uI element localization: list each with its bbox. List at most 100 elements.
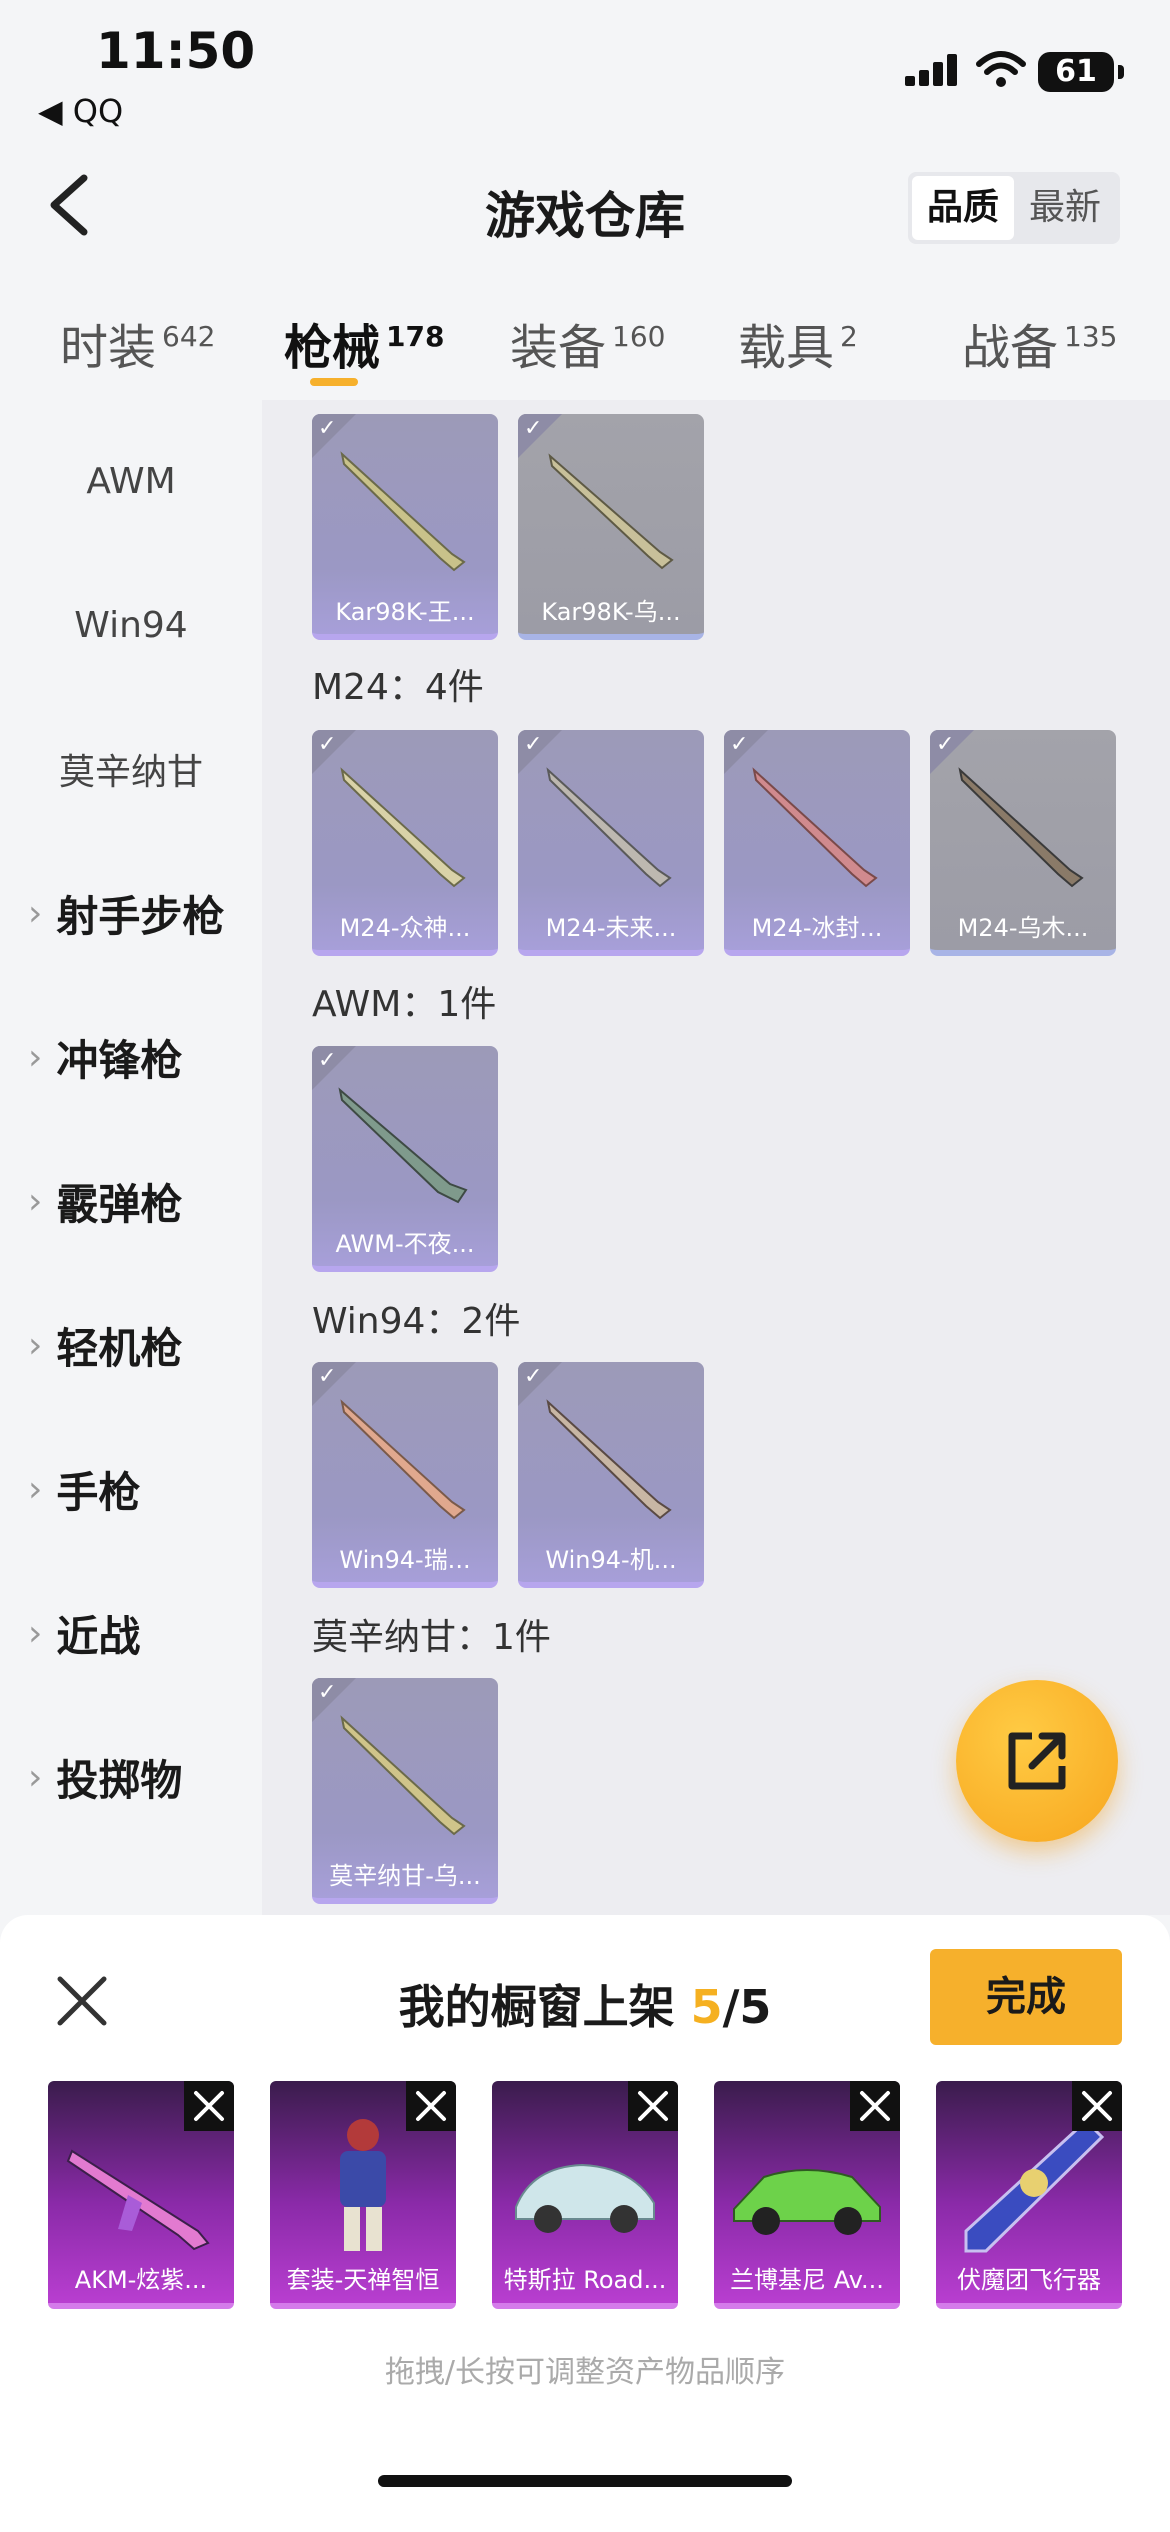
item-name: 特斯拉 Road... (503, 2266, 667, 2294)
chevron-right-icon: › (28, 892, 43, 934)
item-name: Win94-机... (545, 1546, 677, 1574)
item-name: 兰博基尼 Av... (730, 2266, 884, 2294)
chevron-right-icon: › (28, 1612, 43, 1654)
tab-supplies[interactable]: 战备 135 (962, 308, 1117, 378)
weapon-sidebar: AWM Win94 莫辛纳甘 › 射手步枪 › 冲锋枪 › 霰弹枪 › 轻机枪 › 手枪 … (0, 400, 262, 1915)
remove-item-button[interactable] (184, 2081, 234, 2131)
showcase-item[interactable]: 兰博基尼 Av... (714, 2081, 900, 2309)
sidebar-group-melee[interactable]: › 近战 (0, 1561, 262, 1705)
back-to-app-link[interactable]: ◀ QQ (38, 92, 123, 130)
close-icon (860, 2091, 890, 2121)
showcase-item[interactable]: 伏魔团飞行器 (936, 2081, 1122, 2309)
showcase-sheet: 我的橱窗上架 5/5 完成 AKM-炫紫... 套装-天禅智恒 特斯拉 Road… (0, 1915, 1170, 2532)
showcase-item[interactable]: 套装-天禅智恒 (270, 2081, 456, 2309)
rifle-icon (340, 451, 466, 572)
done-button[interactable]: 完成 (930, 1949, 1122, 2045)
tab-vehicles[interactable]: 载具 2 (738, 308, 858, 378)
section-label-mosin: 莫辛纳甘：1件 (312, 1617, 551, 1658)
item-name: AKM-炫紫... (74, 2266, 208, 2294)
tab-equipment[interactable]: 装备 160 (510, 308, 665, 378)
share-icon (1008, 1732, 1066, 1790)
section-label-m24: M24：4件 (312, 667, 484, 708)
item-card[interactable]: ✓ 莫辛纳甘-乌... (312, 1678, 498, 1904)
item-card[interactable]: ✓ M24-冰封... (724, 730, 910, 956)
section-label-win94: Win94：2件 (312, 1301, 521, 1342)
rifle-icon (66, 2149, 210, 2251)
battery-indicator: 61 (1038, 52, 1124, 92)
item-card[interactable]: ✓ Win94-机... (518, 1362, 704, 1588)
home-indicator[interactable] (378, 2475, 792, 2487)
item-card[interactable]: ✓ M24-乌木... (930, 730, 1116, 956)
close-icon (638, 2091, 668, 2121)
status-bar: 11:50 ◀ QQ 61 (0, 0, 1170, 130)
item-name: 莫辛纳甘-乌... (329, 1862, 481, 1890)
rifle-icon (340, 1399, 466, 1520)
tab-fashion[interactable]: 时装 642 (60, 308, 215, 378)
category-tabs: 时装 642 枪械 178 装备 160 载具 2 战备 135 (0, 280, 1170, 400)
rifle-icon (752, 767, 878, 888)
car-icon (515, 2163, 655, 2233)
rifle-icon (340, 767, 466, 888)
wifi-icon (976, 51, 1026, 87)
showcase-count-total: /5 (722, 1980, 772, 2034)
item-card[interactable]: ✓ Kar98K-王... (312, 414, 498, 640)
chevron-right-icon: › (28, 1324, 43, 1366)
sort-option-quality[interactable]: 品质 (912, 176, 1014, 240)
rifle-icon (546, 1399, 672, 1520)
item-card[interactable]: ✓ AWM-不夜... (312, 1046, 498, 1272)
sidebar-item-mosin[interactable]: 莫辛纳甘 (0, 697, 262, 841)
remove-item-button[interactable] (406, 2081, 456, 2131)
item-name: Kar98K-王... (335, 598, 475, 626)
sidebar-group-dmr[interactable]: › 射手步枪 (0, 841, 262, 985)
item-card[interactable]: ✓ Kar98K-乌... (518, 414, 704, 640)
item-card[interactable]: ✓ Win94-瑞... (312, 1362, 498, 1588)
remove-item-button[interactable] (1072, 2081, 1122, 2131)
item-card[interactable]: ✓ M24-众神... (312, 730, 498, 956)
close-icon (416, 2091, 446, 2121)
rifle-icon (958, 767, 1084, 888)
remove-item-button[interactable] (628, 2081, 678, 2131)
signal-icon (905, 54, 957, 86)
item-name: M24-冰封... (751, 914, 883, 942)
reorder-hint: 拖拽/长按可调整资产物品顺序 (384, 2355, 786, 2390)
item-name: AWM-不夜... (335, 1230, 475, 1258)
rifle-icon (548, 453, 674, 570)
sort-toggle: 品质 最新 (908, 172, 1120, 244)
sort-option-newest[interactable]: 最新 (1014, 176, 1116, 240)
sidebar-item-awm[interactable]: AWM (0, 409, 262, 553)
item-card[interactable]: ✓ M24-未来... (518, 730, 704, 956)
share-button[interactable] (956, 1680, 1118, 1842)
rifle-icon (338, 1087, 468, 1204)
rifle-icon (546, 767, 672, 888)
active-tab-indicator (310, 378, 358, 386)
item-name: 套装-天禅智恒 (286, 2266, 440, 2294)
glider-icon (964, 2118, 1105, 2253)
chevron-right-icon: › (28, 1756, 43, 1798)
rifle-icon (340, 1715, 466, 1836)
item-name: M24-众神... (339, 914, 471, 942)
sidebar-item-win94[interactable]: Win94 (0, 553, 262, 697)
chevron-right-icon: › (28, 1036, 43, 1078)
status-time: 11:50 (96, 22, 256, 80)
showcase-item[interactable]: AKM-炫紫... (48, 2081, 234, 2309)
sidebar-group-smg[interactable]: › 冲锋枪 (0, 985, 262, 1129)
showcase-item[interactable]: 特斯拉 Road... (492, 2081, 678, 2309)
chevron-right-icon: › (28, 1180, 43, 1222)
sidebar-group-shotgun[interactable]: › 霰弹枪 (0, 1129, 262, 1273)
sidebar-group-throwable[interactable]: › 投掷物 (0, 1705, 262, 1849)
close-icon (194, 2091, 224, 2121)
sidebar-group-pistol[interactable]: › 手枪 (0, 1417, 262, 1561)
item-name: Win94-瑞... (339, 1546, 471, 1574)
section-label-awm: AWM：1件 (312, 984, 497, 1025)
chevron-right-icon: › (28, 1468, 43, 1510)
character-icon (340, 2119, 386, 2251)
item-name: M24-未来... (545, 914, 677, 942)
car-icon (733, 2169, 881, 2235)
tab-firearms[interactable]: 枪械 178 (284, 308, 444, 378)
remove-item-button[interactable] (850, 2081, 900, 2131)
close-icon (1082, 2091, 1112, 2121)
item-name: 伏魔团飞行器 (957, 2266, 1101, 2294)
item-name: M24-乌木... (957, 914, 1089, 942)
header: 游戏仓库 品质 最新 (0, 130, 1170, 280)
sidebar-group-lmg[interactable]: › 轻机枪 (0, 1273, 262, 1417)
